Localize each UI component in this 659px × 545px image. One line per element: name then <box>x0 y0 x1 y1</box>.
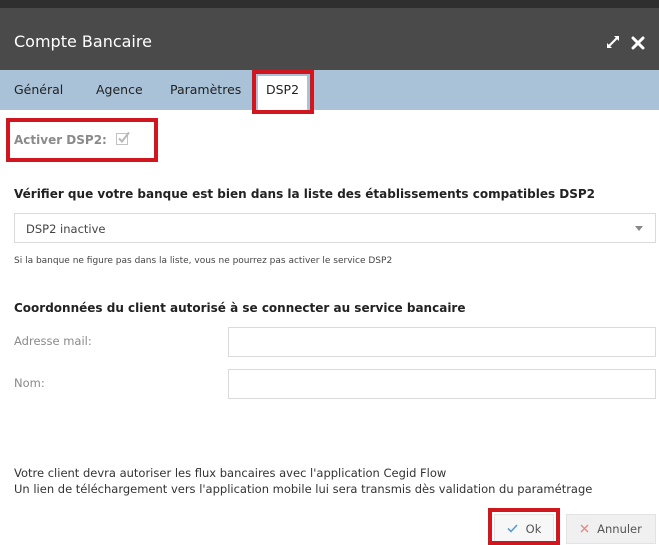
close-icon[interactable] <box>631 35 645 54</box>
window-titlebar: Compte Bancaire <box>0 8 659 70</box>
ok-button-label: Ok <box>525 522 542 536</box>
name-label: Nom: <box>14 376 45 390</box>
cancel-button[interactable]: Annuler <box>566 514 656 544</box>
tab-parametres[interactable]: Paramètres <box>170 82 241 97</box>
tab-general[interactable]: Général <box>14 82 63 97</box>
bank-hint-text: Si la banque ne figure pas dans la liste… <box>14 256 393 266</box>
chevron-down-icon <box>635 226 643 231</box>
window-title: Compte Bancaire <box>14 32 152 51</box>
tab-agence[interactable]: Agence <box>96 82 143 97</box>
ok-button[interactable]: Ok <box>494 514 554 544</box>
footer-line-1: Votre client devra autoriser les flux ba… <box>14 466 447 480</box>
footer-line-2: Un lien de téléchargement vers l'applica… <box>14 482 593 496</box>
activer-dsp2-checkbox[interactable] <box>115 130 131 149</box>
email-label: Adresse mail: <box>14 334 92 348</box>
window-top-strip <box>0 0 659 8</box>
bank-section-title: Vérifier que votre banque est bien dans … <box>14 187 596 201</box>
email-field[interactable] <box>228 327 656 357</box>
close-x-icon <box>580 522 589 536</box>
tab-bar: Général Agence Paramètres DSP2 <box>0 70 659 110</box>
expand-arrows-icon[interactable] <box>605 34 621 54</box>
activer-dsp2-label: Activer DSP2: <box>14 132 107 147</box>
name-field[interactable] <box>228 369 656 399</box>
tab-dsp2[interactable]: DSP2 <box>258 76 308 110</box>
window-controls <box>605 34 645 54</box>
activer-dsp2-row: Activer DSP2: <box>14 130 131 149</box>
client-section-title: Coordonnées du client autorisé à se conn… <box>14 301 466 315</box>
bank-select[interactable]: DSP2 inactive <box>14 213 656 243</box>
cancel-button-label: Annuler <box>597 522 642 536</box>
bank-select-value: DSP2 inactive <box>26 222 106 236</box>
check-icon <box>507 522 518 536</box>
